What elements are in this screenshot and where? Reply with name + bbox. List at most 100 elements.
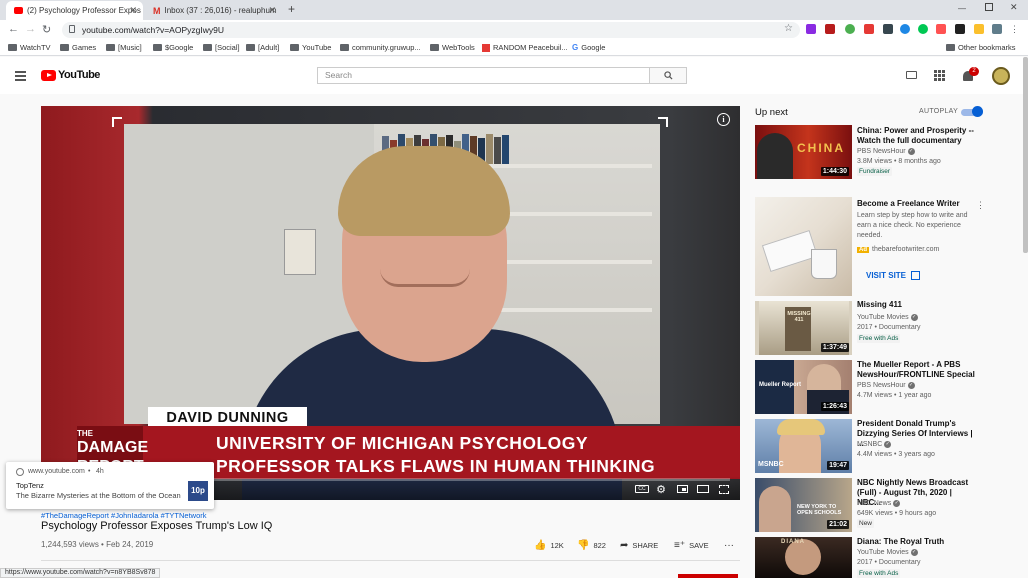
bookmark-folder[interactable]: community.gruwup... [340, 43, 421, 52]
person-hair [338, 146, 510, 236]
info-icon[interactable]: i [717, 113, 730, 126]
video-player[interactable]: DAVID DUNNING THE DAMAGE REPORT UNIVERSI… [41, 106, 740, 500]
chrome-icon [16, 468, 24, 476]
extension-icon[interactable] [864, 24, 874, 34]
fundraiser-badge: Fundraiser [857, 167, 893, 176]
extension-icon[interactable] [918, 24, 928, 34]
visit-site-button[interactable]: VISIT SITE [860, 265, 928, 285]
lock-icon [69, 25, 75, 33]
video-thumbnail[interactable]: MISSING 411 1:37:49 [755, 301, 852, 355]
ad-title[interactable]: Become a Freelance Writer [857, 199, 977, 209]
bookmark-link[interactable]: G Google [572, 43, 605, 52]
extension-icon[interactable] [825, 24, 835, 34]
extension-icon[interactable] [936, 24, 946, 34]
fullscreen-button[interactable] [717, 483, 731, 495]
bookmark-folder[interactable]: [Adult] [246, 43, 279, 52]
video-duration: 19:47 [827, 461, 849, 470]
extension-icon[interactable] [883, 24, 893, 34]
dislike-button[interactable]: 👎 822 [577, 540, 606, 551]
bookmark-folder[interactable]: WatchTV [8, 43, 51, 52]
hamburger-menu-icon[interactable] [15, 71, 26, 81]
video-title[interactable]: The Mueller Report - A PBS NewsHour/FRON… [857, 360, 977, 380]
bookmark-folder[interactable]: [Social] [203, 43, 240, 52]
video-title[interactable]: Missing 411 [857, 300, 977, 310]
hashtags[interactable]: #TheDamageReport #JohnIadarola #TYTNetwo… [41, 511, 207, 520]
fullscreen-icon [719, 484, 729, 494]
captions-button[interactable]: CC [635, 485, 649, 493]
scrollbar[interactable] [1023, 57, 1028, 253]
extension-icon[interactable] [900, 24, 910, 34]
channel-name: PBS NewsHour ✓ [857, 147, 915, 155]
more-actions-icon[interactable]: ··· [724, 540, 734, 551]
reload-icon[interactable]: ↻ [42, 23, 51, 36]
thumbs-down-icon: 👎 [577, 540, 590, 551]
video-thumbnail[interactable]: NEW YORK TO OPEN SCHOOLS 21:02 [755, 478, 852, 532]
bookmark-folder[interactable]: [Music] [106, 43, 142, 52]
browser-notification[interactable]: www.youtube.com • 4h TopTenz The Bizarre… [6, 462, 214, 509]
browser-tab-active[interactable]: (2) Psychology Professor Expos ✕ [6, 1, 143, 20]
playlist-add-icon: ≡⁺ [674, 540, 686, 551]
video-thumbnail[interactable]: Mueller Report 1:26:43 [755, 360, 852, 414]
ad-domain: thebarefootwriter.com [872, 246, 940, 253]
more-menu-icon[interactable]: ⋮ [1010, 24, 1020, 34]
video-title[interactable]: Diana: The Royal Truth [857, 537, 977, 547]
more-options-icon[interactable]: ⋮ [976, 200, 985, 211]
extension-icon[interactable] [845, 24, 855, 34]
maximize-icon[interactable] [985, 3, 993, 11]
video-scene [124, 124, 660, 500]
channel-name: PBS NewsHour ✓ [857, 381, 915, 389]
video-title[interactable]: China: Power and Prosperity -- Watch the… [857, 126, 977, 146]
settings-gear-icon[interactable]: ⚙ [654, 483, 668, 496]
forward-arrow-icon[interactable]: → [25, 23, 36, 35]
bookmark-folder[interactable]: Games [60, 43, 96, 52]
create-video-icon[interactable] [906, 71, 917, 79]
bookmark-link[interactable]: RANDOM Peacebuil... [482, 43, 568, 52]
folder-icon [106, 44, 115, 51]
verified-check-icon: ✓ [884, 440, 892, 448]
status-bar-url: https://www.youtube.com/watch?v=n8YB8Sv8… [0, 568, 161, 578]
miniplayer-button[interactable] [675, 483, 689, 495]
theater-mode-button[interactable] [696, 483, 710, 495]
save-button[interactable]: ≡⁺ SAVE [674, 540, 709, 551]
folder-icon [60, 44, 69, 51]
video-meta: 4.4M views • 3 years ago [857, 451, 935, 458]
avatar[interactable] [992, 67, 1010, 85]
tab-close-icon[interactable]: ✕ [129, 5, 137, 16]
window-close-icon[interactable]: ✕ [1010, 2, 1018, 13]
youtube-logo[interactable]: YouTube [41, 69, 100, 81]
autoplay-toggle-knob[interactable] [972, 106, 983, 117]
bookmark-folder[interactable]: $Google [153, 43, 193, 52]
extension-icon[interactable] [955, 24, 965, 34]
back-arrow-icon[interactable]: ← [8, 23, 19, 35]
search-input[interactable]: Search [317, 67, 650, 84]
folder-icon [430, 44, 439, 51]
ad-badge: Ad [857, 246, 869, 253]
search-icon [663, 71, 673, 80]
google-favicon-icon: G [572, 43, 579, 52]
like-button[interactable]: 👍 12K [534, 540, 564, 551]
extension-icon[interactable] [806, 24, 816, 34]
bookmark-folder[interactable]: YouTube [290, 43, 331, 52]
video-thumbnail[interactable]: MSNBC 19:47 [755, 419, 852, 473]
tab-close-icon[interactable]: ✕ [268, 5, 276, 16]
minimize-icon[interactable]: — [958, 4, 966, 13]
extension-icon[interactable] [974, 24, 984, 34]
video-thumbnail[interactable]: DIANA [755, 537, 852, 578]
new-tab-button[interactable]: + [288, 2, 295, 16]
address-bar[interactable]: youtube.com/watch?v=AOPyzgIwy9U ☆ [62, 22, 800, 38]
apps-grid-icon[interactable] [934, 70, 945, 81]
search-button[interactable] [650, 67, 687, 84]
person-smile [380, 269, 470, 287]
browser-tab[interactable]: M Inbox (37 : 26,016) - realuphum ✕ [145, 1, 282, 20]
other-bookmarks[interactable]: Other bookmarks [946, 43, 1016, 52]
channel-name: NBC News ✓ [857, 499, 901, 507]
share-button[interactable]: ➦ SHARE [620, 540, 658, 551]
extensions-puzzle-icon[interactable] [992, 24, 1002, 34]
verified-check-icon: ✓ [907, 381, 915, 389]
bookmark-star-icon[interactable]: ☆ [784, 23, 793, 34]
bookmark-folder[interactable]: WebTools [430, 43, 475, 52]
subscribe-button[interactable] [678, 574, 738, 578]
video-thumbnail[interactable]: CHINA 1:44:30 [755, 125, 852, 179]
folder-icon [8, 44, 17, 51]
ad-thumbnail[interactable] [755, 197, 852, 296]
